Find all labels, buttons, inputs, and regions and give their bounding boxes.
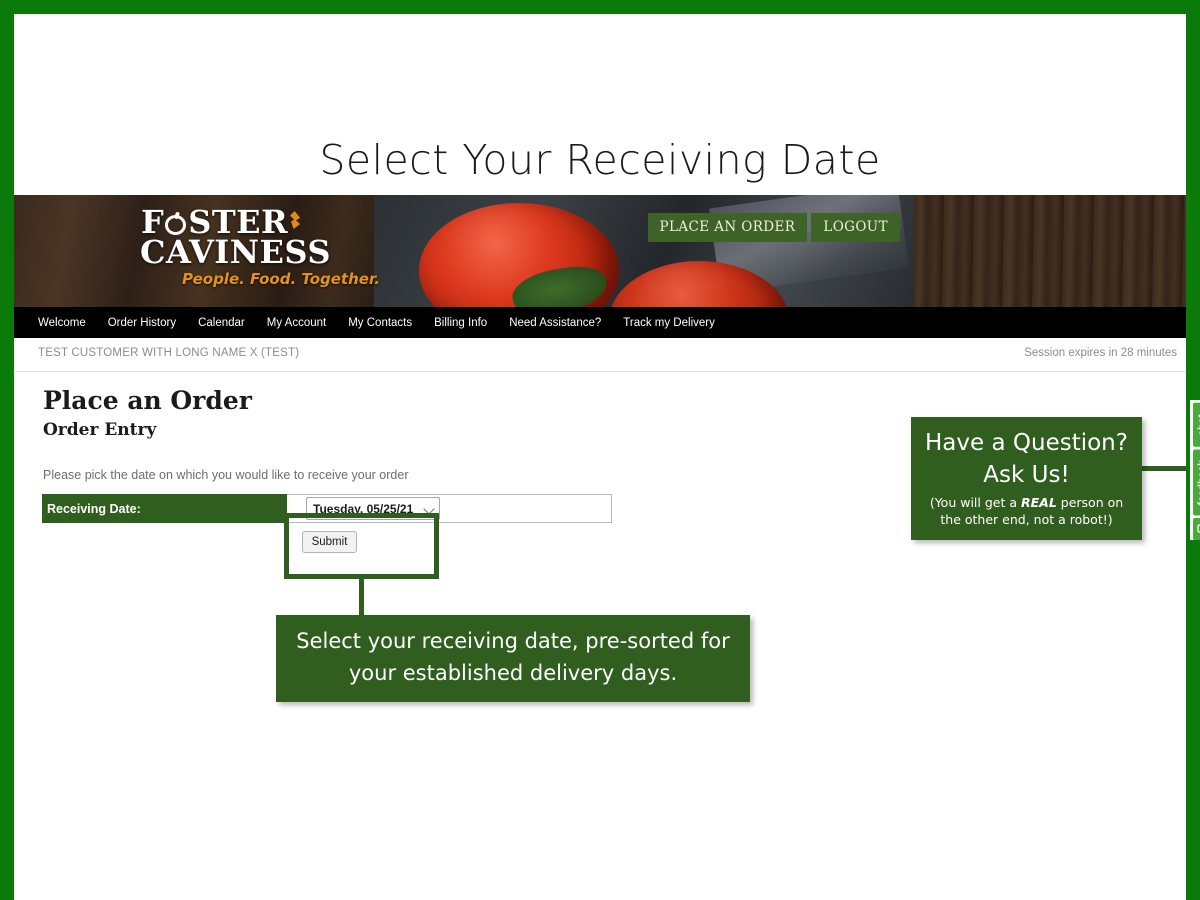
banner-wood-right <box>914 195 1186 307</box>
foster-caviness-logo[interactable]: F STER CAVINESS People. Food. Together. <box>140 206 380 288</box>
receiving-date-select[interactable]: Tuesday, 05/25/21 <box>306 497 440 520</box>
logout-button[interactable]: LOGOUT <box>811 213 900 242</box>
slide-canvas: Select Your Receiving Date F STER CAVINES… <box>0 0 1200 900</box>
sprout-icon <box>290 211 301 229</box>
receiving-date-row: Receiving Date: Tuesday, 05/25/21 <box>42 494 612 523</box>
application-screenshot: F STER CAVINESS People. Food. Together. P… <box>14 195 1186 900</box>
submit-button[interactable]: Submit <box>302 531 357 553</box>
main-navigation: Welcome Order History Calendar My Accoun… <box>14 307 1186 338</box>
logo-line-two: CAVINESS <box>140 233 331 271</box>
comment-icon[interactable] <box>1193 518 1200 540</box>
place-an-order-button[interactable]: PLACE AN ORDER <box>647 213 808 242</box>
nav-item-track-my-delivery[interactable]: Track my Delivery <box>623 317 715 329</box>
page-body: Place an Order Order Entry Please pick t… <box>14 372 1186 900</box>
nav-item-my-account[interactable]: My Account <box>267 317 326 329</box>
page-subtitle: Order Entry <box>43 420 157 440</box>
nav-item-need-assistance[interactable]: Need Assistance? <box>509 317 601 329</box>
receiving-date-field-cell: Tuesday, 05/25/21 <box>287 494 612 523</box>
header-actions: PLACE AN ORDER LOGOUT <box>647 213 900 242</box>
page-title: Place an Order <box>43 386 252 415</box>
session-expiry-status: Session expires in 28 minutes <box>1024 347 1177 359</box>
customer-strip: TEST CUSTOMER WITH LONG NAME X (TEST) Se… <box>14 338 1186 372</box>
nav-item-my-contacts[interactable]: My Contacts <box>348 317 412 329</box>
logo-tagline: People. Food. Together. <box>182 270 380 288</box>
instruction-text: Please pick the date on which you would … <box>43 468 409 482</box>
nav-item-order-history[interactable]: Order History <box>108 317 176 329</box>
site-banner: F STER CAVINESS People. Food. Together. P… <box>14 195 1186 307</box>
side-tab-chat[interactable]: chat <box>1193 403 1200 447</box>
slide-title: Select Your Receiving Date <box>319 136 881 184</box>
receiving-date-label: Receiving Date: <box>42 494 287 523</box>
nav-item-welcome[interactable]: Welcome <box>38 317 86 329</box>
side-tabs: chat feedback <box>1186 396 1200 544</box>
customer-name: TEST CUSTOMER WITH LONG NAME X (TEST) <box>38 347 300 359</box>
side-tab-feedback[interactable]: feedback <box>1193 449 1200 516</box>
apple-icon <box>164 212 188 236</box>
receiving-date-select-wrapper: Tuesday, 05/25/21 <box>306 497 440 520</box>
nav-item-billing-info[interactable]: Billing Info <box>434 317 487 329</box>
nav-item-calendar[interactable]: Calendar <box>198 317 245 329</box>
